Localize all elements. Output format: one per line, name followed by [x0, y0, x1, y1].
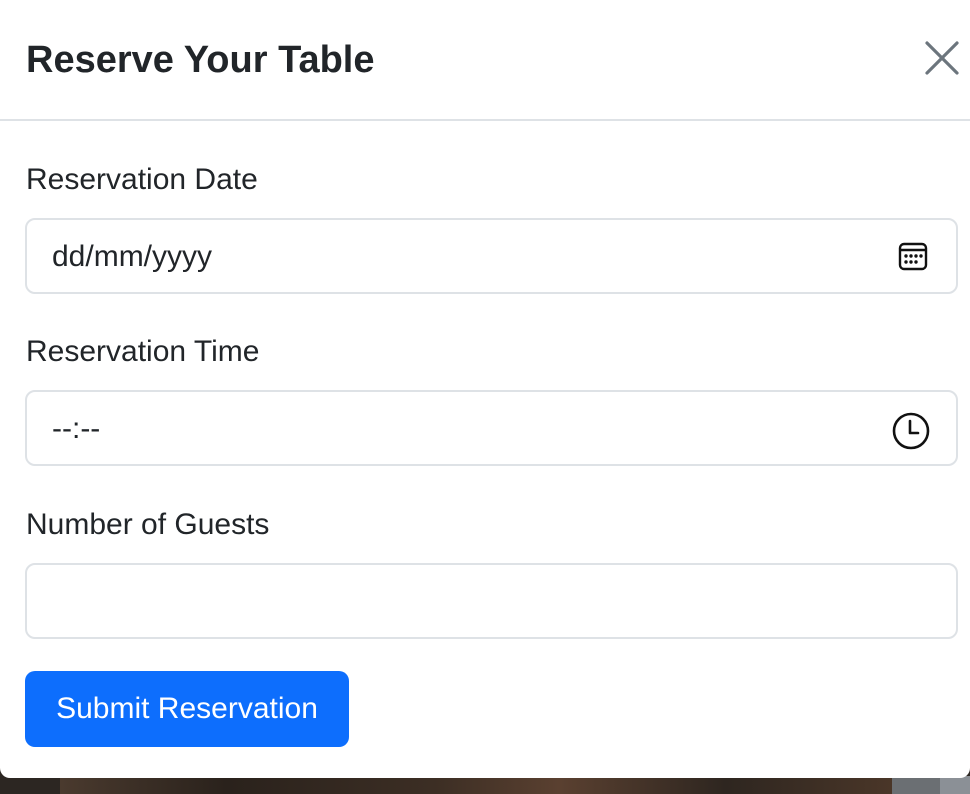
reservation-time-input[interactable]: --:--: [25, 390, 958, 466]
close-button[interactable]: [922, 38, 962, 78]
calendar-icon[interactable]: [895, 238, 931, 274]
reservation-date-placeholder: dd/mm/yyyy: [52, 240, 213, 273]
reservation-date-label: Reservation Date: [26, 163, 258, 196]
clock-icon[interactable]: [891, 411, 931, 451]
reservation-date-input[interactable]: dd/mm/yyyy: [25, 218, 958, 294]
reservation-time-placeholder: --:--: [52, 412, 101, 445]
number-of-guests-label: Number of Guests: [26, 508, 270, 541]
reservation-time-label: Reservation Time: [26, 335, 260, 368]
reservation-modal: Reserve Your Table Reservation Date dd/m…: [0, 0, 970, 778]
number-of-guests-input[interactable]: [25, 563, 958, 639]
background-image: [60, 776, 892, 794]
close-icon: [925, 41, 959, 75]
modal-title: Reserve Your Table: [26, 39, 375, 81]
submit-reservation-button[interactable]: Submit Reservation: [25, 671, 349, 747]
modal-header: Reserve Your Table: [0, 0, 970, 121]
background-panel-edge: [940, 776, 970, 794]
